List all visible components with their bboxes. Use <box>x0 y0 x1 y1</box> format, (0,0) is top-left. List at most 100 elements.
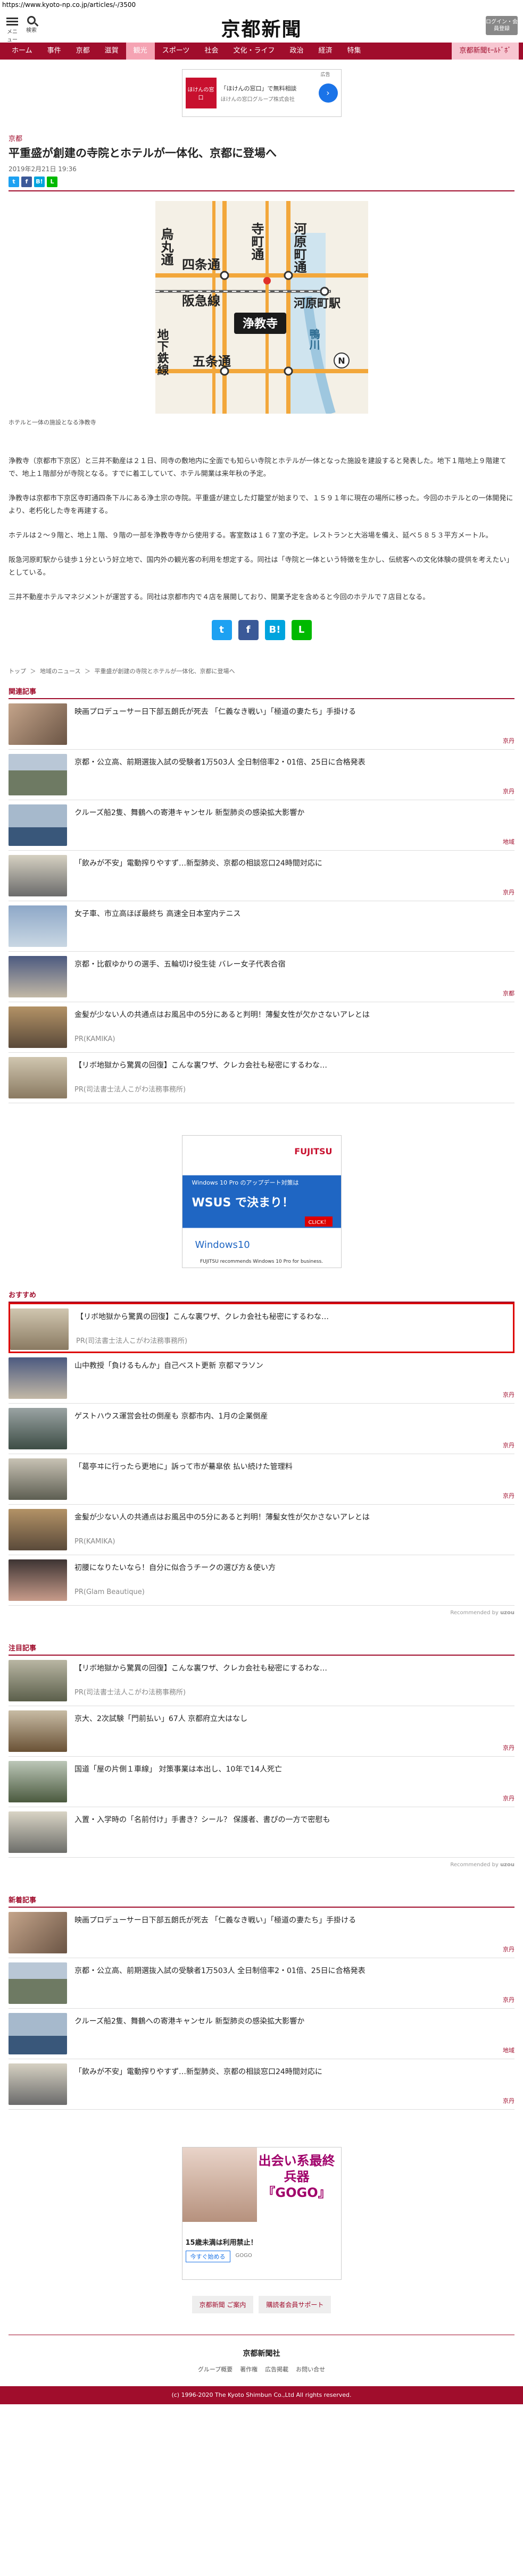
news-item[interactable]: 「葛亭ヰに行ったら更地に」訴って市が驀皐依 払い続けた管理料 京丹 <box>9 1454 514 1505</box>
news-headline[interactable]: 京都・公立高、前期選抜入試の受験者1万503人 全日制倍率2・01倍、25日に合… <box>74 758 366 767</box>
news-headline[interactable]: 映画プロデューサー日下部五朗氏が死去 「仁義なき戦い」「極道の妻たち」手掛ける <box>74 1916 356 1925</box>
news-category-tag[interactable]: 京丹 <box>503 1794 514 1802</box>
breadcrumb-region[interactable]: 地域のニュース <box>40 668 80 675</box>
nav-society[interactable]: 社会 <box>197 43 226 60</box>
news-item[interactable]: 【リボ地獄から驚異の回復】こんな裏ワザ、クレカ会社も秘密にするわな… PR(司法書… <box>9 1656 514 1706</box>
news-headline[interactable]: 【リボ地獄から驚異の回復】こんな裏ワザ、クレカ会社も秘密にするわな… <box>74 1664 327 1673</box>
top-ad-banner[interactable]: 広告 ほけんの窓口 「ほけんの窓口」で無料相談 ほけんの窓口グループ株式会社 › <box>181 69 342 117</box>
mid-ad-banner[interactable]: FUJITSU Windows 10 Pro のアップデート対策は WSUS で… <box>181 1135 342 1268</box>
news-category-tag[interactable]: 京丹 <box>503 888 514 896</box>
news-category-tag[interactable]: 京丹 <box>503 1743 514 1752</box>
news-item[interactable]: 金髪が少ない人の共通点はお風呂中の5分にあると判明！薄髪女性が欠かさないアレとは… <box>9 1505 514 1555</box>
news-category-tag[interactable]: 京丹 <box>503 736 514 745</box>
news-thumbnail[interactable] <box>9 1761 67 1802</box>
news-headline[interactable]: 入置・入学時の「名前付け」手書き？シール？ 保護者、書ぴの一方で密慰も <box>74 1816 330 1824</box>
news-headline[interactable]: 「飲みが不安」電動搾りやすず…新型肺炎、京都の相談窓口24時間対応に <box>74 2068 322 2076</box>
news-thumbnail[interactable] <box>9 855 67 896</box>
news-thumbnail[interactable] <box>9 1408 67 1449</box>
news-headline[interactable]: 映画プロデューサー日下部五朗氏が死去 「仁義なき戦い」「極道の妻たち」手掛ける <box>74 708 356 716</box>
news-category-tag[interactable]: 京都 <box>503 989 514 997</box>
search-button[interactable]: 検索 <box>23 16 39 33</box>
news-thumbnail[interactable] <box>9 905 67 947</box>
news-headline[interactable]: ゲストハウス運営会社の倒産も 京都市内、1月の企業倒産 <box>74 1412 268 1421</box>
news-category-tag[interactable]: 地域 <box>503 2046 514 2054</box>
news-category-tag[interactable]: 京丹 <box>503 1390 514 1399</box>
nav-kyoto[interactable]: 京都 <box>69 43 97 60</box>
nav-shiga[interactable]: 滋賀 <box>97 43 126 60</box>
news-thumbnail[interactable] <box>9 1811 67 1853</box>
footer-logo[interactable]: 京都新聞社 <box>0 2348 523 2359</box>
news-thumbnail[interactable] <box>9 804 67 846</box>
footer-info-button[interactable]: 京都新聞 ご案内 <box>192 2296 254 2313</box>
ad-bottom-cta[interactable]: 今すぐ始める <box>185 2251 230 2262</box>
news-item[interactable]: 山中教授「負けるもんか」自己ベスト更新 京都マラソン京丹 <box>9 1353 514 1404</box>
news-thumbnail[interactable] <box>9 1458 67 1500</box>
article-section[interactable]: 京都 <box>9 133 514 143</box>
news-headline[interactable]: 京都・比叡ゆかりの選手、五輪切け役生徒 バレー女子代表合宿 <box>74 960 285 969</box>
news-item[interactable]: 金髪が少ない人の共通点はお風呂中の5分にあると判明！薄髪女性が欠かさないアレとは… <box>9 1002 514 1053</box>
nav-members[interactable]: 京都新聞ﾓｰﾙﾄﾞﾎﾞ <box>452 43 519 60</box>
news-category-tag[interactable]: 京丹 <box>503 2096 514 2105</box>
news-thumbnail[interactable] <box>10 1308 69 1350</box>
nav-incident[interactable]: 事件 <box>40 43 69 60</box>
news-headline[interactable]: 京都・公立高、前期選抜入試の受験者1万503人 全日制倍率2・01倍、25日に合… <box>74 1967 366 1975</box>
footer-link-group[interactable]: グループ概要 <box>198 2365 233 2373</box>
news-thumbnail[interactable] <box>9 1660 67 1701</box>
news-category-tag[interactable]: 京丹 <box>503 1945 514 1953</box>
news-item[interactable]: 入置・入学時の「名前付け」手書き？シール？ 保護者、書ぴの一方で密慰も <box>9 1807 514 1858</box>
news-thumbnail[interactable] <box>9 754 67 795</box>
news-item[interactable]: 京大、2次試験「門前払い」67人 京都府立大はなし 京丹 <box>9 1706 514 1757</box>
news-item[interactable]: 京都・公立高、前期選抜入試の受験者1万503人 全日制倍率2・01倍、25日に合… <box>9 1958 514 2009</box>
news-thumbnail[interactable] <box>9 703 67 745</box>
news-headline[interactable]: 女子車、市立高ほぼ最終ち 高速全日本室内テニス <box>74 910 240 918</box>
news-item[interactable]: ゲストハウス運営会社の倒産も 京都市内、1月の企業倒産京丹 <box>9 1404 514 1454</box>
nav-tourism[interactable]: 観光 <box>126 43 155 60</box>
twitter-icon[interactable]: t <box>9 177 19 187</box>
news-item[interactable]: クルーズ船2隻、舞鶴への寄港キャンセル 新型肺炎の感染拡大影響か 地域 <box>9 2009 514 2059</box>
news-headline[interactable]: クルーズ船2隻、舞鶴への寄港キャンセル 新型肺炎の感染拡大影響か <box>74 809 304 817</box>
news-headline[interactable]: 山中教授「負けるもんか」自己ベスト更新 京都マラソン <box>74 1362 263 1370</box>
line-icon[interactable]: L <box>291 620 312 640</box>
breadcrumb-top[interactable]: トップ <box>9 668 26 675</box>
nav-sports[interactable]: スポーツ <box>155 43 197 60</box>
news-thumbnail[interactable] <box>9 1357 67 1399</box>
news-item[interactable]: 京都・公立高、前期選抜入試の受験者1万503人 全日制倍率2・01倍、25日に合… <box>9 750 514 800</box>
footer-link-copyright[interactable]: 著作権 <box>240 2365 258 2373</box>
news-thumbnail[interactable] <box>9 1710 67 1752</box>
footer-link-ads[interactable]: 広告掲載 <box>265 2365 288 2373</box>
site-logo[interactable]: 京都新聞 <box>221 14 302 41</box>
arrow-right-icon[interactable]: › <box>318 83 338 103</box>
facebook-icon[interactable]: f <box>21 177 32 187</box>
nav-feature[interactable]: 特集 <box>340 43 369 60</box>
hatena-icon[interactable]: B! <box>264 620 285 640</box>
news-headline[interactable]: 「葛亭ヰに行ったら更地に」訴って市が驀皐依 払い続けた管理料 <box>74 1463 293 1471</box>
news-thumbnail[interactable] <box>9 1057 67 1098</box>
news-item[interactable]: 映画プロデューサー日下部五朗氏が死去 「仁義なき戦い」「極道の妻たち」手掛ける京… <box>9 699 514 750</box>
line-icon[interactable]: L <box>47 177 57 187</box>
news-headline[interactable]: 「飲みが不安」電動搾りやすず…新型肺炎、京都の相談窓口24時間対応に <box>74 859 322 868</box>
news-thumbnail[interactable] <box>9 1509 67 1550</box>
credit-brand[interactable]: uzou <box>500 1610 514 1616</box>
news-category-tag[interactable]: 京丹 <box>503 1441 514 1449</box>
news-thumbnail[interactable] <box>9 1559 67 1601</box>
footer-support-button[interactable]: 購読者会員サポート <box>259 2296 331 2313</box>
news-thumbnail[interactable] <box>9 1912 67 1953</box>
news-item[interactable]: 女子車、市立高ほぼ最終ち 高速全日本室内テニス <box>9 901 514 952</box>
news-headline[interactable]: 金髪が少ない人の共通点はお風呂中の5分にあると判明！薄髪女性が欠かさないアレとは <box>74 1011 370 1019</box>
news-category-tag[interactable]: 京丹 <box>503 1995 514 2004</box>
news-thumbnail[interactable] <box>9 956 67 997</box>
nav-economy[interactable]: 経済 <box>311 43 339 60</box>
news-item[interactable]: 京都・比叡ゆかりの選手、五輪切け役生徒 バレー女子代表合宿京都 <box>9 952 514 1002</box>
facebook-icon[interactable]: f <box>238 620 259 640</box>
address-bar[interactable]: https://www.kyoto-np.co.jp/articles/-/35… <box>0 0 523 11</box>
news-thumbnail[interactable] <box>9 2063 67 2105</box>
credit-brand[interactable]: uzou <box>500 1862 514 1868</box>
news-item[interactable]: 「飲みが不安」電動搾りやすず…新型肺炎、京都の相談窓口24時間対応に京丹 <box>9 851 514 901</box>
login-button[interactable]: ログイン・会員登録 <box>486 16 518 35</box>
news-thumbnail[interactable] <box>9 1006 67 1048</box>
news-headline[interactable]: 金髪が少ない人の共通点はお風呂中の5分にあると判明！薄髪女性が欠かさないアレとは <box>74 1513 370 1522</box>
bottom-ad-banner[interactable]: 出会い系最終兵器『GOGO』 15歳未満は利用禁止！ 今すぐ始める GOGO <box>181 2147 342 2280</box>
news-item[interactable]: 【リボ地獄から驚異の回復】こんな裏ワザ、クレカ会社も秘密にするわな… PR(司法書… <box>9 1053 514 1103</box>
twitter-icon[interactable]: t <box>211 620 232 640</box>
news-thumbnail[interactable] <box>9 2013 67 2054</box>
